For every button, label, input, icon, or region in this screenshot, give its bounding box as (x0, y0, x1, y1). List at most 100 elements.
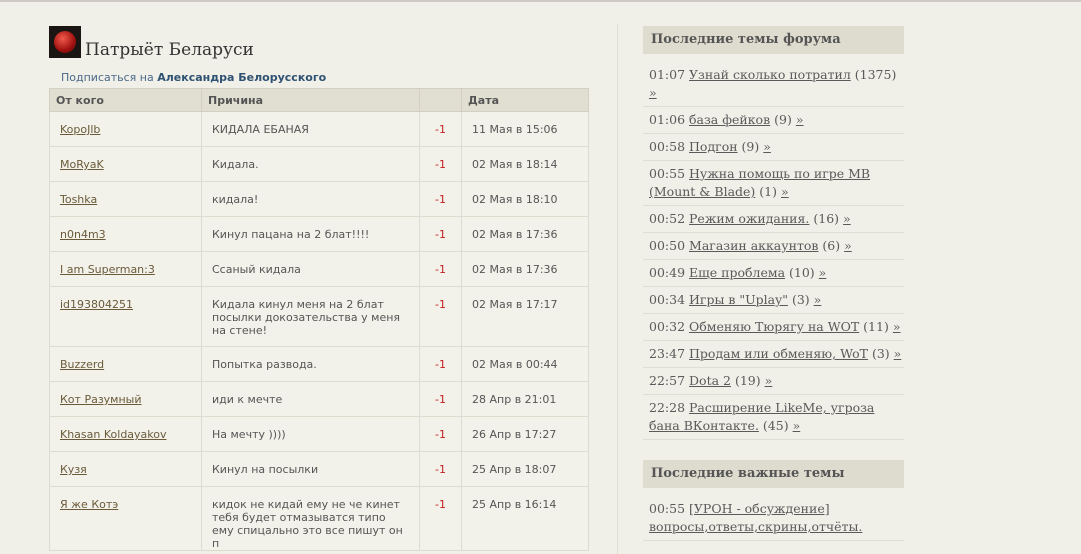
reason-cell: Кидала. (201, 146, 420, 182)
table-row: Кот Разумный иди к мечте -1 28 Апр в 21:01 (49, 381, 589, 417)
topic-time: 01:06 (649, 112, 686, 127)
topic-item: 22:57 Dota 2 (19) » (643, 368, 904, 395)
from-user-link[interactable]: MoRyaK (60, 158, 104, 171)
from-user-link[interactable]: Toshka (60, 193, 97, 206)
from-user-link[interactable]: Кузя (60, 463, 87, 476)
topic-time: 00:55 (649, 166, 686, 181)
topic-link[interactable]: Магазин аккаунтов (689, 238, 818, 253)
topic-item: 00:50 Магазин аккаунтов (6) » (643, 233, 904, 260)
topic-arrow-link[interactable]: » (819, 265, 827, 280)
topic-link[interactable]: Dota 2 (689, 373, 731, 388)
topic-item: 01:06 база фейков (9) » (643, 107, 904, 134)
topic-item: 23:47 Продам или обменяю, WoT (3) » (643, 341, 904, 368)
topic-link[interactable]: Продам или обменяю, WoT (689, 346, 868, 361)
topic-item: 00:52 Режим ожидания. (16) » (643, 206, 904, 233)
value-cell: -1 (419, 111, 462, 147)
column-header-value (419, 88, 462, 112)
date-cell: 28 Апр в 21:01 (461, 381, 589, 417)
topic-count: (9) (741, 139, 760, 154)
topic-arrow-link[interactable]: » (765, 373, 773, 388)
from-user-link[interactable]: id193804251 (60, 298, 133, 311)
reason-cell: Ссаный кидала (201, 251, 420, 287)
date-cell: 02 Мая в 17:36 (461, 251, 589, 287)
reason-cell: На мечту )))) (201, 416, 420, 452)
from-user-link[interactable]: Кот Разумный (60, 393, 142, 406)
topic-count: (3) (791, 292, 810, 307)
topic-count: (1375) (854, 67, 897, 82)
topic-arrow-link[interactable]: » (894, 346, 902, 361)
topic-link[interactable]: Узнай сколько потратил (689, 67, 851, 82)
topic-link[interactable]: Обменяю Тюрягу на WOT (689, 319, 859, 334)
from-cell: n0n4m3 (49, 216, 202, 252)
topic-count: (9) (774, 112, 792, 127)
topic-link[interactable]: Подгон (689, 139, 738, 154)
topic-time: 22:57 (649, 373, 686, 388)
from-user-link[interactable]: I am Superman:3 (60, 263, 155, 276)
from-cell: id193804251 (49, 286, 202, 347)
topic-arrow-link[interactable]: » (793, 418, 801, 433)
value-cell: -1 (419, 451, 462, 487)
topic-arrow-link[interactable]: » (844, 238, 852, 253)
subscribe-link[interactable]: Александра Белорусского (157, 71, 326, 84)
table-row: MoRyaK Кидала. -1 02 Мая в 18:14 (49, 146, 589, 182)
topic-time: 00:34 (649, 292, 686, 307)
table-row: Khasan Koldayakov На мечту )))) -1 26 Апр в… (49, 416, 589, 452)
date-cell: 02 Мая в 18:10 (461, 181, 589, 217)
sidebar: Последние темы форума 01:07 Узнай скольк… (643, 26, 904, 541)
date-cell: 25 Апр в 18:07 (461, 451, 589, 487)
table-row: Toshka кидала! -1 02 Мая в 18:10 (49, 181, 589, 217)
topic-time: 00:50 (649, 238, 686, 253)
reason-cell: Кинул на посылки (201, 451, 420, 487)
forum-topics-list: 01:07 Узнай сколько потратил (1375) » 01:… (643, 54, 904, 440)
topic-arrow-link[interactable]: » (763, 139, 771, 154)
topic-arrow-link[interactable]: » (796, 112, 804, 127)
date-cell: 02 Мая в 18:14 (461, 146, 589, 182)
column-divider (617, 24, 618, 554)
topic-link[interactable]: Режим ожидания. (689, 211, 809, 226)
from-cell: Кузя (49, 451, 202, 487)
table-row: I am Superman:3 Ссаный кидала -1 02 Мая в 1… (49, 251, 589, 287)
date-cell: 11 Мая в 15:06 (461, 111, 589, 147)
date-cell: 02 Мая в 17:17 (461, 286, 589, 347)
topic-arrow-link[interactable]: » (781, 184, 789, 199)
topic-time: 00:49 (649, 265, 686, 280)
topic-arrow-link[interactable]: » (814, 292, 822, 307)
from-cell: Toshka (49, 181, 202, 217)
topic-count: (19) (734, 373, 761, 388)
value-cell: -1 (419, 216, 462, 252)
topic-count: (6) (822, 238, 841, 253)
topic-arrow-link[interactable]: » (649, 85, 657, 100)
topic-item: 00:55 Нужна помощь по игре MB (Mount & B… (643, 161, 904, 206)
from-user-link[interactable]: n0n4m3 (60, 228, 106, 241)
from-user-link[interactable]: Я же Котэ (60, 498, 118, 511)
reason-cell: Кинул пацана на 2 блат!!!! (201, 216, 420, 252)
from-cell: I am Superman:3 (49, 251, 202, 287)
topic-item: 22:28 Расширение LikeMe, угроза бана ВКо… (643, 395, 904, 440)
reason-cell: Кидала кинул меня на 2 блат посылки доко… (201, 286, 420, 347)
table-row: Buzzerd Попытка развода. -1 02 Мая в 00:44 (49, 346, 589, 382)
from-user-link[interactable]: KopoJlb (60, 123, 100, 136)
topic-count: (10) (789, 265, 815, 280)
topic-link[interactable]: база фейков (689, 112, 770, 127)
topic-link[interactable]: Игры в "Uplay" (689, 292, 788, 307)
topic-link[interactable]: Еще проблема (689, 265, 785, 280)
topic-count: (45) (762, 418, 789, 433)
topic-time: 00:32 (649, 319, 686, 334)
subscribe-line: Подписаться на Александра Белорусского (61, 71, 589, 85)
avatar[interactable] (49, 26, 81, 58)
reason-cell: кидала! (201, 181, 420, 217)
from-user-link[interactable]: Khasan Koldayakov (60, 428, 167, 441)
from-cell: Кот Разумный (49, 381, 202, 417)
value-cell: -1 (419, 346, 462, 382)
topic-time: 01:07 (649, 67, 686, 82)
topic-arrow-link[interactable]: » (893, 319, 901, 334)
from-user-link[interactable]: Buzzerd (60, 358, 104, 371)
forum-topics-heading: Последние темы форума (643, 26, 904, 54)
value-cell: -1 (419, 381, 462, 417)
date-cell: 02 Мая в 00:44 (461, 346, 589, 382)
topic-arrow-link[interactable]: » (843, 211, 851, 226)
table-header-row: От кого Причина Дата (49, 88, 589, 112)
column-header-from: От кого (49, 88, 202, 112)
important-topics-heading: Последние важные темы (643, 460, 904, 488)
topic-item: 00:49 Еще проблема (10) » (643, 260, 904, 287)
